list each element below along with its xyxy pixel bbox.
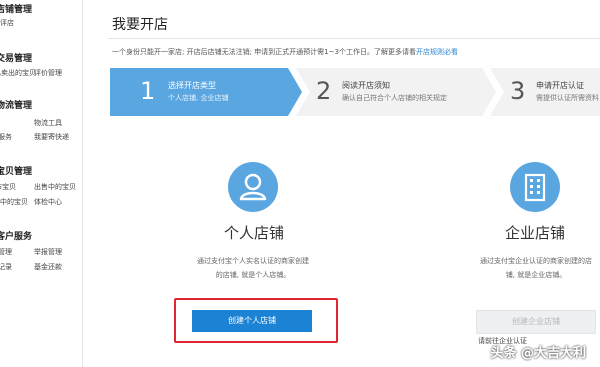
sidebar-section-shop: 店铺管理 <box>0 5 33 15</box>
building-icon <box>510 162 560 212</box>
sidebar-section-items: 宝贝管理 <box>0 167 33 177</box>
sidebar-section-service: 客户服务 <box>0 232 33 242</box>
step-3-desc: 需提供认证所需资料 <box>536 94 599 102</box>
step-1-number: 1 <box>140 77 156 105</box>
step-2-desc: 确认自己符合个人店铺的相关规定 <box>342 94 447 102</box>
sidebar-section-logistics: 物流管理 <box>0 101 33 111</box>
sidebar-link[interactable]: 出售中的宝贝 <box>34 182 76 192</box>
watermark: 头条 @大吉大利 <box>490 346 586 361</box>
notice-text: 一个身份只能开一家店; 开店后店铺无法注销; 申请到正式开通预计需1~3个工作日… <box>112 48 416 56</box>
step-1-title: 选择开店类型 <box>168 81 216 90</box>
step-progress: 1 选择开店类型 个人店铺, 企业店铺 2 阅读开店须知 确认自己符合个人店铺的… <box>110 68 600 116</box>
sidebar-link[interactable]: 记录 <box>0 262 12 272</box>
sidebar-link[interactable]: 我要寄快递 <box>34 132 69 142</box>
enterprise-shop-desc-line2: 铺, 就是企业店铺。 <box>505 271 567 279</box>
sidebar-link[interactable]: 评店 <box>0 18 14 28</box>
rules-link[interactable]: 开店规则必看 <box>416 48 458 56</box>
divider <box>108 38 600 39</box>
sidebar-link[interactable]: 物流工具 <box>34 118 62 128</box>
sidebar-link[interactable]: 发布宝贝 <box>0 182 16 192</box>
enterprise-shop-desc-line1: 通过支付宝企业认证的商家创建的店 <box>480 257 592 265</box>
sidebar-link[interactable]: 评价管理 <box>34 68 62 78</box>
sidebar: 店铺管理 评店 交易管理 已卖出的宝贝 评价管理 物流管理 物流工具 服务 我要… <box>0 0 83 367</box>
sidebar-link[interactable]: 仓库中的宝贝 <box>0 197 28 207</box>
sidebar-link[interactable]: 举报管理 <box>34 247 62 257</box>
personal-shop-desc-line1: 通过支付宝个人实名认证的商家创建 <box>197 257 309 265</box>
step-1-desc: 个人店铺, 企业店铺 <box>168 94 229 102</box>
create-enterprise-shop-button[interactable]: 创建企业店铺 <box>476 310 596 334</box>
enterprise-shop-desc: 通过支付宝企业认证的商家创建的店 铺, 就是企业店铺。 <box>474 254 598 282</box>
personal-shop-title: 个人店铺 <box>224 224 285 242</box>
step-1: 1 选择开店类型 个人店铺, 企业店铺 <box>110 68 302 116</box>
step-3: 3 申请开店认证 需提供认证所需资料 <box>490 68 600 116</box>
step-2-number: 2 <box>316 77 332 105</box>
person-icon <box>228 162 278 212</box>
personal-shop-desc: 通过支付宝个人实名认证的商家创建 的店铺, 就是个人店铺。 <box>193 254 313 282</box>
enterprise-shop-title: 企业店铺 <box>505 224 566 242</box>
step-3-number: 3 <box>510 77 526 105</box>
step-3-arrow <box>490 68 600 116</box>
step-2-title: 阅读开店须知 <box>342 81 390 90</box>
personal-shop-desc-line2: 的店铺, 就是个人店铺。 <box>215 271 291 279</box>
step-3-title: 申请开店认证 <box>536 81 584 90</box>
sidebar-link[interactable]: 服务 <box>0 132 12 142</box>
sidebar-link[interactable]: 体检中心 <box>34 197 62 207</box>
step-1-arrow <box>110 68 302 116</box>
step-2: 2 阅读开店须知 确认自己符合个人店铺的相关规定 <box>296 68 496 116</box>
notice: 一个身份只能开一家店; 开店后店铺无法注销; 申请到正式开通预计需1~3个工作日… <box>112 47 458 57</box>
sidebar-link[interactable]: 基金还款 <box>34 262 62 272</box>
highlight-box <box>174 298 338 343</box>
sidebar-link[interactable]: 管理 <box>0 247 12 257</box>
page-title: 我要开店 <box>112 17 168 33</box>
sidebar-section-trade: 交易管理 <box>0 54 33 64</box>
sidebar-link[interactable]: 已卖出的宝贝 <box>0 68 36 78</box>
